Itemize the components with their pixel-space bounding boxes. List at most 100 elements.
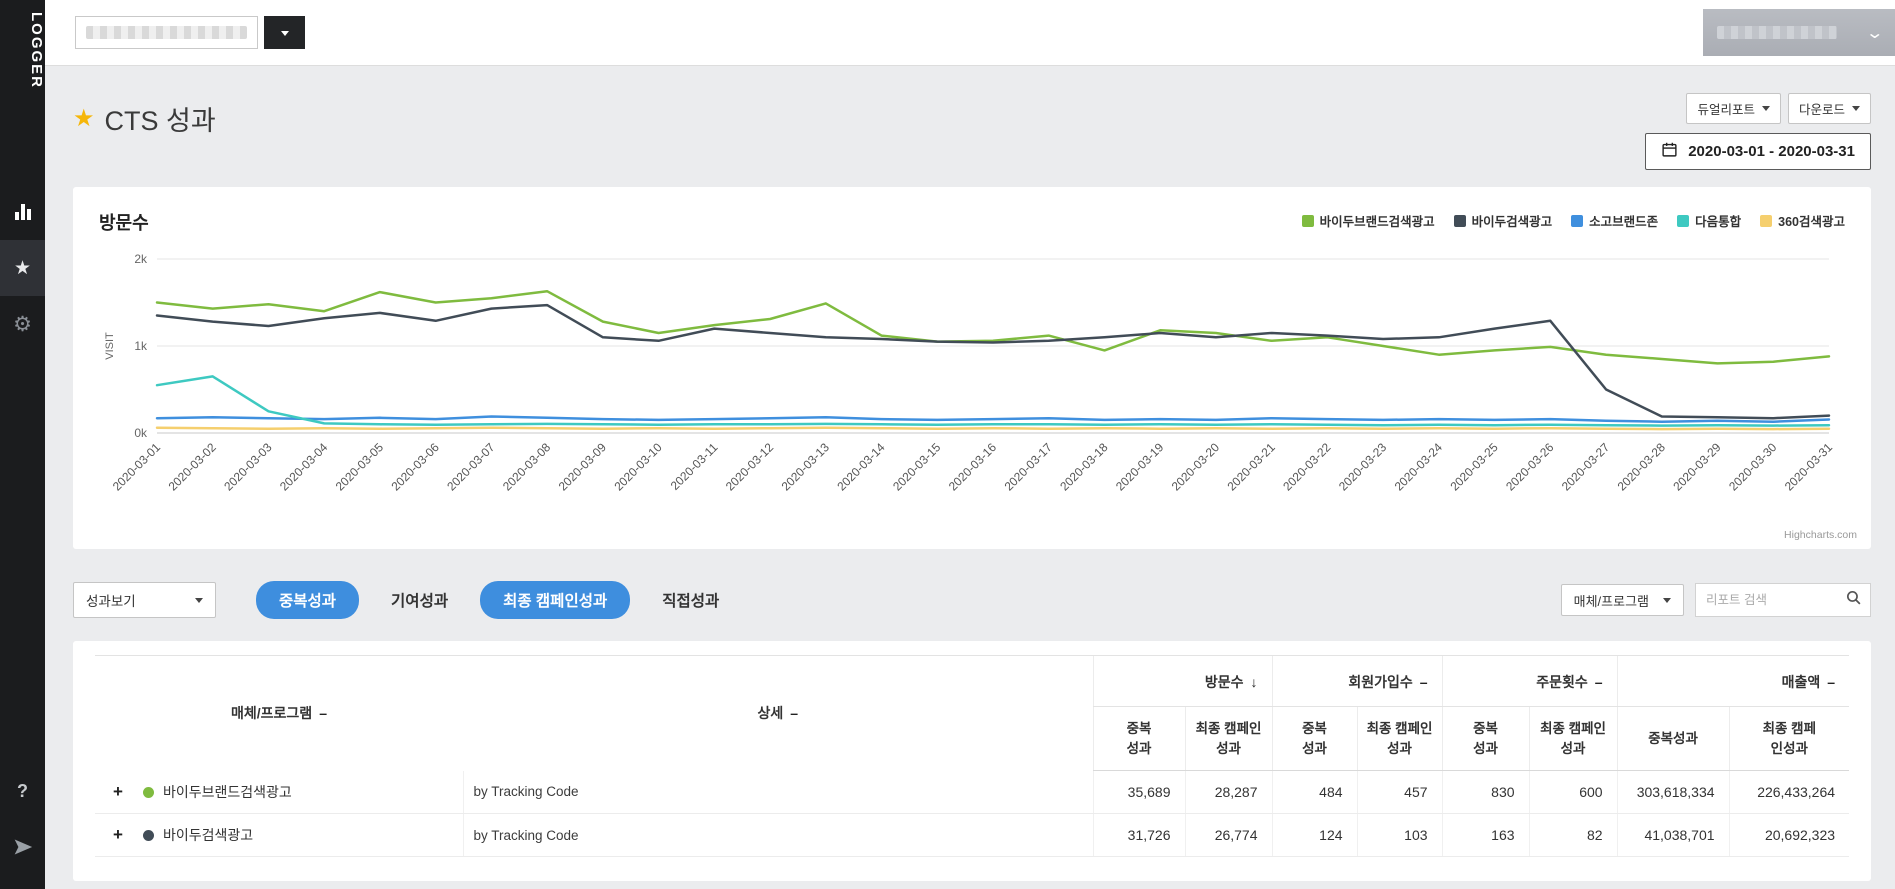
media-name: 바이두브랜드검색광고 (163, 783, 292, 800)
svg-text:2020-03-02: 2020-03-02 (166, 440, 220, 494)
sidebar-item-reports[interactable] (0, 184, 45, 240)
question-icon (17, 781, 28, 802)
subcolumn-orders-last-campaign[interactable]: 최종 캠페인 성과 (1528, 706, 1618, 772)
search-icon[interactable] (1845, 589, 1862, 611)
redacted-user-text (1717, 26, 1837, 39)
svg-text:2020-03-04: 2020-03-04 (277, 440, 331, 494)
account-dropdown-button[interactable] (264, 16, 305, 49)
date-range-picker[interactable]: 2020-03-01 - 2020-03-31 (1645, 133, 1871, 170)
svg-text:2020-03-16: 2020-03-16 (946, 440, 1000, 494)
column-group-visits[interactable]: 방문수 ↓ (1092, 655, 1273, 707)
visits-duplicate-value: 35,689 (1092, 770, 1185, 815)
sort-indicator: – (1594, 674, 1603, 690)
column-group-revenue[interactable]: 매출액 – (1616, 655, 1850, 707)
sidebar-item-help[interactable] (0, 763, 45, 819)
visits-chart-panel: 방문수 바이두브랜드검색광고 바이두검색광고 소고브랜드존 다음통합 360검색… (73, 187, 1871, 549)
subcolumn-signups-duplicate[interactable]: 중복 성과 (1271, 706, 1358, 772)
chevron-down-icon (280, 30, 289, 36)
performance-view-select[interactable]: 성과보기 (73, 582, 216, 618)
subcolumn-revenue-last-campaign[interactable]: 최종 캠페 인성과 (1728, 706, 1850, 772)
download-label: 다운로드 (1798, 103, 1845, 117)
visits-line-chart: 0k1k2k2020-03-01 2020-03-02 2020-03-03 2020… (104, 252, 1836, 494)
dual-report-label: 듀얼리포트 (1697, 103, 1755, 117)
chevron-down-icon (1852, 106, 1860, 111)
orders-duplicate-value: 163 (1441, 813, 1530, 858)
legend-item[interactable]: 다음통합 (1677, 211, 1741, 230)
paper-plane-icon (13, 837, 33, 857)
revenue-duplicate-value: 41,038,701 (1616, 813, 1730, 858)
column-group-orders[interactable]: 주문횟수 – (1441, 655, 1618, 707)
favorite-star-icon[interactable] (73, 104, 95, 133)
svg-text:2020-03-14: 2020-03-14 (834, 440, 888, 494)
chevron-down-icon (1761, 106, 1770, 111)
page-title: CTS 성과 (104, 106, 216, 136)
signups-duplicate-value: 484 (1271, 770, 1358, 815)
svg-text:2020-03-19: 2020-03-19 (1113, 440, 1167, 494)
legend-item[interactable]: 360검색광고 (1760, 211, 1845, 230)
svg-text:2020-03-21: 2020-03-21 (1224, 440, 1278, 494)
visits-last-campaign-value: 26,774 (1184, 813, 1273, 858)
expand-row-button[interactable]: + (95, 770, 141, 815)
legend-item[interactable]: 바이두검색광고 (1453, 211, 1553, 230)
subcolumn-orders-duplicate[interactable]: 중복 성과 (1441, 706, 1530, 772)
sidebar-item-favorites[interactable] (0, 240, 45, 297)
sort-down-icon: ↓ (1250, 674, 1258, 690)
legend-label: 바이두검색광고 (1471, 215, 1553, 229)
performance-view-label: 성과보기 (86, 594, 136, 609)
sort-indicator: – (319, 705, 327, 722)
calendar-icon (1661, 141, 1678, 162)
chart-title: 방문수 (99, 213, 149, 233)
visits-duplicate-value: 31,726 (1092, 813, 1185, 858)
media-program-label: 매체/프로그램 (1573, 593, 1649, 609)
tab-duplicate-performance[interactable]: 중복성과 (256, 581, 360, 619)
column-group-signups[interactable]: 회원가입수 – (1271, 655, 1443, 707)
signups-last-campaign-value: 457 (1356, 770, 1443, 815)
tab-last-campaign-performance[interactable]: 최종 캠페인성과 (480, 581, 631, 619)
svg-text:2020-03-09: 2020-03-09 (556, 440, 610, 494)
sidebar-item-send[interactable] (0, 819, 45, 875)
legend-swatch (1301, 214, 1314, 227)
tab-direct-performance[interactable]: 직접성과 (658, 581, 723, 619)
orders-last-campaign-value: 82 (1528, 813, 1618, 858)
highcharts-credit[interactable]: Highcharts.com (1784, 529, 1857, 541)
svg-text:2020-03-24: 2020-03-24 (1392, 440, 1446, 494)
performance-table-panel: 매체/프로그램 – 상세 – 방문수 ↓ 회원가입수 – 주문횟수 – 매출액 … (73, 641, 1871, 881)
tab-attribution-performance[interactable]: 기여성과 (387, 581, 452, 619)
column-label: 회원가입수 (1348, 674, 1413, 690)
sort-indicator: – (1419, 674, 1428, 690)
column-header-detail[interactable]: 상세 – (463, 654, 1093, 771)
sidebar-item-settings[interactable] (0, 296, 45, 352)
svg-text:2020-03-06: 2020-03-06 (388, 440, 442, 494)
expand-row-button[interactable]: + (95, 813, 141, 858)
account-selector (75, 16, 305, 49)
dual-report-button[interactable]: 듀얼리포트 (1686, 93, 1781, 124)
report-search-input[interactable] (1706, 593, 1845, 607)
subcolumn-visits-last-campaign[interactable]: 최종 캠페인 성과 (1184, 706, 1273, 772)
subcolumn-visits-duplicate[interactable]: 중복 성과 (1092, 706, 1185, 772)
svg-text:2020-03-28: 2020-03-28 (1615, 440, 1669, 494)
subcolumn-revenue-duplicate[interactable]: 중복성과 (1616, 706, 1730, 772)
svg-text:2020-03-22: 2020-03-22 (1280, 440, 1334, 494)
download-button[interactable]: 다운로드 (1787, 93, 1871, 124)
media-name-cell: 바이두브랜드검색광고 (141, 770, 463, 815)
table-row: + 바이두검색광고 by Tracking Code 31,726 26,774… (95, 813, 1850, 858)
bar-chart-icon (14, 204, 31, 221)
chevron-down-icon (195, 597, 203, 603)
svg-text:2020-03-18: 2020-03-18 (1057, 440, 1111, 494)
series-color-dot (143, 830, 154, 842)
user-menu[interactable]: ⌄ (1703, 9, 1895, 56)
redacted-account-text (86, 26, 247, 39)
svg-text:2020-03-29: 2020-03-29 (1670, 440, 1724, 494)
signups-duplicate-value: 124 (1271, 813, 1358, 858)
series-color-dot (143, 786, 154, 798)
legend-item[interactable]: 소고브랜드존 (1571, 211, 1658, 230)
svg-text:2020-03-31: 2020-03-31 (1782, 440, 1836, 494)
column-header-media[interactable]: 매체/프로그램 – (95, 654, 463, 771)
legend-item[interactable]: 바이두브랜드검색광고 (1301, 211, 1435, 230)
media-program-select[interactable]: 매체/프로그램 (1560, 584, 1684, 616)
subcolumn-signups-last-campaign[interactable]: 최종 캠페인 성과 (1356, 706, 1443, 772)
table-row: + 바이두브랜드검색광고 by Tracking Code 35,689 28,… (95, 770, 1850, 815)
orders-last-campaign-value: 600 (1528, 770, 1618, 815)
account-select-input[interactable] (75, 16, 258, 49)
column-label: 매체/프로그램 (231, 705, 313, 722)
